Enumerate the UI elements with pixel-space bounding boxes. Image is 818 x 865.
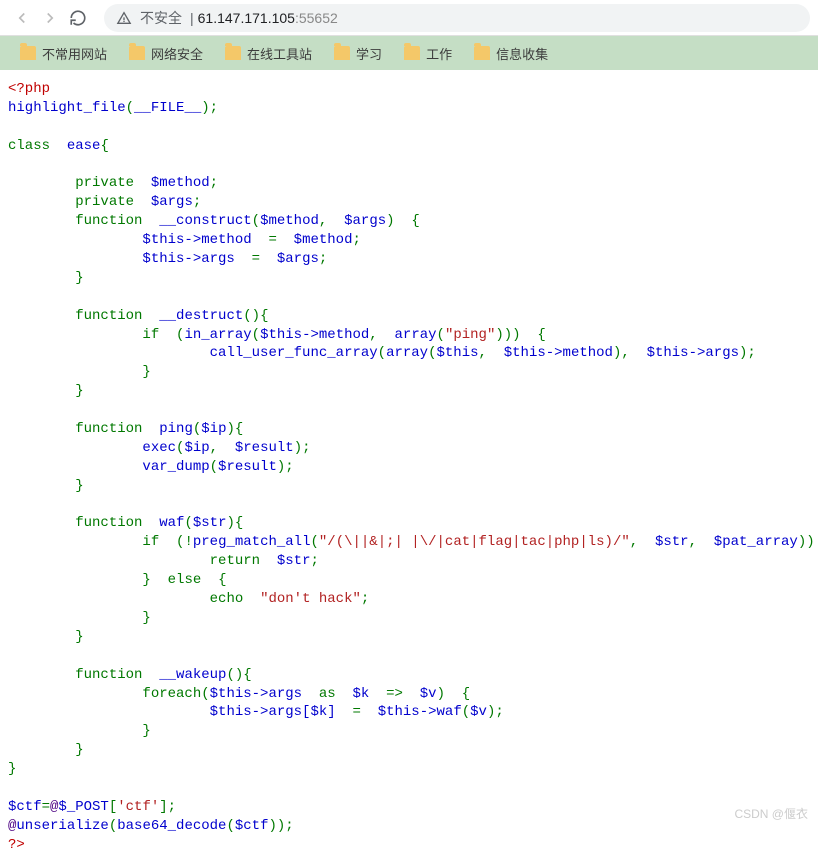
watermark: CSDN @偃衣 (734, 805, 808, 822)
insecure-label: 不安全 (140, 8, 182, 28)
bookmark-item[interactable]: 在线工具站 (217, 40, 320, 67)
bookmark-label: 信息收集 (496, 44, 548, 63)
back-button[interactable] (8, 4, 36, 32)
bookmark-label: 学习 (356, 44, 382, 63)
folder-icon (225, 46, 241, 60)
bookmark-item[interactable]: 信息收集 (466, 40, 556, 67)
bookmark-label: 在线工具站 (247, 44, 312, 63)
bookmark-label: 工作 (426, 44, 452, 63)
url-input[interactable]: 不安全 | 61.147.171.105:55652 (104, 4, 810, 32)
folder-icon (334, 46, 350, 60)
bookmark-item[interactable]: 学习 (326, 40, 390, 67)
bookmark-bar: 不常用网站 网络安全 在线工具站 学习 工作 信息收集 (0, 36, 818, 70)
bookmark-item[interactable]: 网络安全 (121, 40, 211, 67)
address-bar: 不安全 | 61.147.171.105:55652 (0, 0, 818, 36)
bookmark-item[interactable]: 不常用网站 (12, 40, 115, 67)
warning-icon (116, 10, 132, 26)
folder-icon (474, 46, 490, 60)
bookmark-label: 网络安全 (151, 44, 203, 63)
bookmark-item[interactable]: 工作 (396, 40, 460, 67)
url-separator: | (190, 10, 194, 26)
php-source-code: <?php highlight_file(__FILE__); class ea… (0, 70, 818, 865)
folder-icon (129, 46, 145, 60)
folder-icon (20, 46, 36, 60)
url-port: :55652 (295, 10, 338, 26)
reload-button[interactable] (64, 4, 92, 32)
bookmark-label: 不常用网站 (42, 44, 107, 63)
url-host: 61.147.171.105 (198, 10, 295, 26)
folder-icon (404, 46, 420, 60)
forward-button[interactable] (36, 4, 64, 32)
